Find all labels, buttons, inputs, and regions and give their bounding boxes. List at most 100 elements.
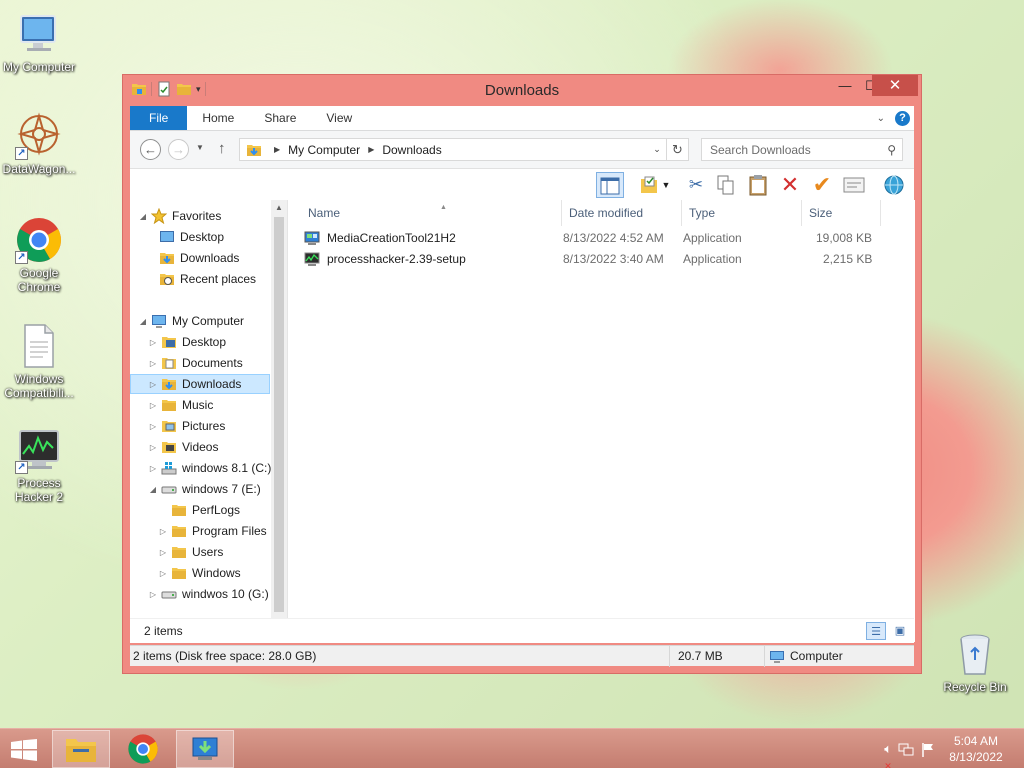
- breadcrumb-separator-icon[interactable]: ▶: [368, 145, 374, 154]
- tree-item-drive-g[interactable]: ▷ windwos 10 (G:): [148, 584, 269, 604]
- collapse-arrow-icon[interactable]: ◢: [138, 317, 148, 326]
- cut-icon[interactable]: ✂: [682, 172, 710, 198]
- close-button[interactable]: ✕: [872, 75, 918, 96]
- desktop-icon-windows-compat[interactable]: Windows Compatibili...: [0, 322, 78, 400]
- tab-view[interactable]: View: [311, 106, 367, 130]
- file-size: 2,215 KB: [823, 252, 873, 266]
- scroll-thumb[interactable]: [274, 217, 284, 612]
- volume-muted-icon[interactable]: 🔈︎✕: [884, 741, 892, 768]
- clock[interactable]: 5:04 AM 8/13/2022: [946, 733, 1006, 765]
- expand-ribbon-icon[interactable]: ⌄: [877, 113, 885, 124]
- breadcrumb-my-computer[interactable]: My Computer: [288, 143, 360, 157]
- desktop-icon-recycle-bin[interactable]: Recycle Bin: [936, 630, 1014, 694]
- tab-file[interactable]: File: [130, 106, 188, 130]
- title-bar[interactable]: ▾ Downloads — ☐ ✕: [123, 75, 921, 105]
- delete-icon[interactable]: ✕: [776, 172, 804, 198]
- tree-label: Music: [182, 398, 214, 412]
- refresh-icon[interactable]: ↻: [666, 139, 688, 160]
- tree-item-desktop[interactable]: ▷ Desktop: [148, 332, 226, 352]
- expand-arrow-icon[interactable]: ▷: [148, 359, 158, 368]
- start-button[interactable]: [10, 739, 38, 761]
- expand-arrow-icon[interactable]: ▷: [158, 569, 168, 578]
- column-header-name[interactable]: ▲ Name: [300, 200, 562, 226]
- tree-item-music[interactable]: ▷ Music: [148, 395, 213, 415]
- tree-item-program-files[interactable]: ▷ Program Files: [158, 521, 267, 541]
- tree-item-fav-recent[interactable]: Recent places: [156, 269, 256, 289]
- column-header-size[interactable]: Size: [801, 200, 881, 226]
- minimize-button[interactable]: —: [831, 75, 859, 96]
- tree-item-fav-downloads[interactable]: Downloads: [156, 248, 239, 268]
- desktop-icon-label: Process Hacker 2: [14, 476, 64, 504]
- file-row[interactable]: processhacker-2.39-setup 8/13/2022 3:40 …: [296, 249, 906, 269]
- desktop-icon-datawagon[interactable]: ↗ DataWagon...: [0, 112, 78, 176]
- desktop-icon-process-hacker[interactable]: ↗ Process Hacker 2: [0, 426, 78, 504]
- copy-icon[interactable]: [712, 172, 740, 198]
- taskbar-media-creation-tool[interactable]: [176, 730, 234, 768]
- address-bar[interactable]: ▶ My Computer ▶ Downloads ⌄ ↻: [239, 138, 689, 161]
- paste-icon[interactable]: [744, 172, 772, 198]
- search-icon[interactable]: ⚲: [887, 143, 896, 157]
- expand-arrow-icon[interactable]: ▷: [148, 443, 158, 452]
- tab-home[interactable]: Home: [187, 106, 249, 130]
- tree-label: Program Files: [192, 524, 267, 538]
- tree-item-drive-c[interactable]: ▷ windows 8.1 (C:): [148, 458, 271, 478]
- navigation-pane[interactable]: ◢ Favorites Desktop Downloads Recent pla…: [130, 200, 287, 642]
- forward-button[interactable]: →: [168, 139, 189, 160]
- tab-share[interactable]: Share: [249, 106, 311, 130]
- file-list[interactable]: ▲ Name Date modified Type Size MediaCrea…: [287, 200, 915, 642]
- tree-item-pictures[interactable]: ▷ Pictures: [148, 416, 225, 436]
- globe-icon[interactable]: [880, 172, 908, 198]
- tree-item-documents[interactable]: ▷ Documents: [148, 353, 243, 373]
- tree-item-users[interactable]: ▷ Users: [158, 542, 223, 562]
- help-icon[interactable]: ?: [895, 110, 910, 126]
- tree-item-windows[interactable]: ▷ Windows: [158, 563, 241, 583]
- expand-arrow-icon[interactable]: ▷: [148, 590, 158, 599]
- nav-pane-scrollbar[interactable]: ▲ ▼: [271, 200, 287, 642]
- tree-label: Recent places: [180, 272, 257, 286]
- expand-arrow-icon[interactable]: ▷: [148, 338, 158, 347]
- tree-item-favorites[interactable]: ◢ Favorites: [138, 206, 221, 226]
- expand-arrow-icon[interactable]: ▷: [158, 527, 168, 536]
- expand-arrow-icon[interactable]: ▷: [148, 380, 158, 389]
- collapse-arrow-icon[interactable]: ◢: [148, 485, 158, 494]
- collapse-arrow-icon[interactable]: ◢: [138, 212, 148, 221]
- desktop-icon-my-computer[interactable]: My Computer: [0, 10, 78, 74]
- expand-arrow-icon[interactable]: ▷: [148, 422, 158, 431]
- taskbar-file-explorer[interactable]: [52, 730, 110, 768]
- column-header-date[interactable]: Date modified: [561, 200, 682, 226]
- properties-icon[interactable]: [840, 172, 868, 198]
- up-button[interactable]: ↑: [218, 140, 226, 157]
- large-icons-view-icon[interactable]: ▣: [890, 622, 910, 640]
- rename-checkmark-icon[interactable]: ✔: [808, 172, 836, 198]
- desktop-icon-label: DataWagon...: [2, 162, 76, 176]
- process-hacker-setup-icon: [304, 252, 320, 266]
- recent-locations-dropdown[interactable]: ▼: [196, 143, 204, 152]
- preview-pane-button[interactable]: [596, 172, 624, 198]
- taskbar-chrome[interactable]: [114, 730, 172, 768]
- details-view-icon[interactable]: ☰: [866, 622, 886, 640]
- tree-item-my-computer[interactable]: ◢ My Computer: [138, 311, 244, 331]
- action-center-flag-icon[interactable]: [920, 742, 936, 758]
- breadcrumb-separator-icon[interactable]: ▶: [274, 145, 280, 154]
- tree-item-perflogs[interactable]: PerfLogs: [158, 500, 240, 520]
- breadcrumb-downloads[interactable]: Downloads: [382, 143, 441, 157]
- status-location: Computer: [766, 646, 906, 667]
- tree-item-drive-e[interactable]: ◢ windows 7 (E:): [148, 479, 261, 499]
- tree-item-fav-desktop[interactable]: Desktop: [156, 227, 224, 247]
- expand-arrow-icon[interactable]: ▷: [148, 464, 158, 473]
- column-header-type[interactable]: Type: [681, 200, 802, 226]
- address-dropdown-icon[interactable]: ⌄: [648, 144, 666, 155]
- tree-item-downloads[interactable]: ▷ Downloads: [130, 374, 270, 394]
- scroll-up-icon[interactable]: ▲: [271, 200, 287, 216]
- expand-arrow-icon[interactable]: ▷: [158, 548, 168, 557]
- search-input[interactable]: Search Downloads ⚲: [701, 138, 903, 161]
- select-dropdown-icon[interactable]: ▼: [659, 172, 673, 198]
- file-row[interactable]: MediaCreationTool21H2 8/13/2022 4:52 AM …: [296, 228, 906, 248]
- network-icon[interactable]: [898, 742, 914, 758]
- desktop-icon-chrome[interactable]: ↗ Google Chrome: [0, 216, 78, 294]
- sort-ascending-icon: ▲: [440, 204, 447, 211]
- tree-item-videos[interactable]: ▷ Videos: [148, 437, 219, 457]
- chrome-icon: [128, 734, 158, 764]
- expand-arrow-icon[interactable]: ▷: [148, 401, 158, 410]
- back-button[interactable]: ←: [140, 139, 161, 160]
